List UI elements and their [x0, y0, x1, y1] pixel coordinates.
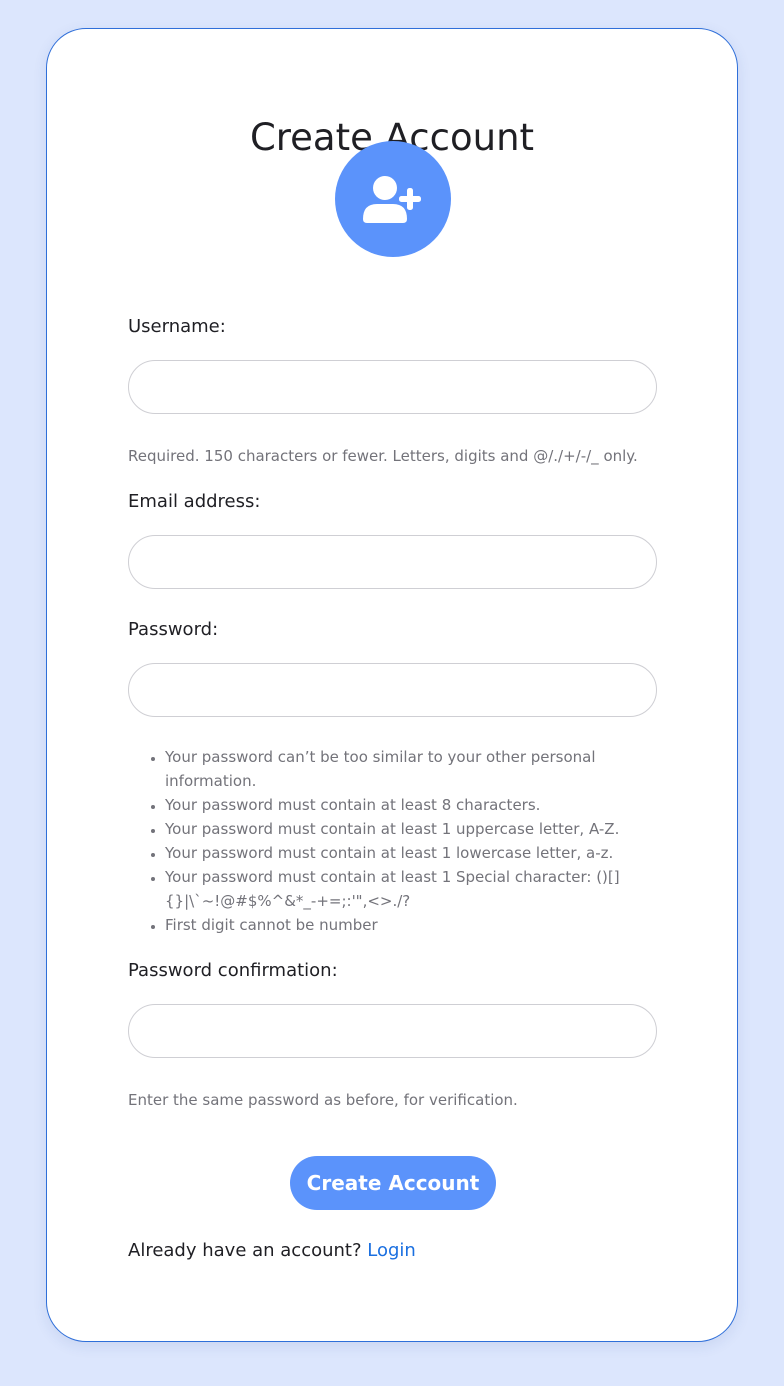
password-rule: Your password must contain at least 1 up…	[165, 817, 665, 841]
signup-card: Create Account Username: Required. 150 c…	[46, 28, 738, 1342]
login-link[interactable]: Login	[367, 1240, 416, 1261]
create-account-button[interactable]: Create Account	[290, 1156, 496, 1210]
email-label: Email address:	[128, 491, 261, 512]
password-confirmation-input[interactable]	[128, 1004, 657, 1058]
email-input[interactable]	[128, 535, 657, 589]
password-input[interactable]	[128, 663, 657, 717]
username-label: Username:	[128, 316, 226, 337]
username-help-text: Required. 150 characters or fewer. Lette…	[128, 447, 638, 465]
login-prompt: Already have an account? Login	[128, 1238, 416, 1264]
password-rule: First digit cannot be number	[165, 913, 665, 937]
password-rule: Your password must contain at least 1 Sp…	[165, 865, 665, 913]
password-confirmation-help-text: Enter the same password as before, for v…	[128, 1091, 518, 1109]
user-plus-icon	[363, 176, 421, 223]
password-confirmation-label: Password confirmation:	[128, 960, 338, 981]
password-rule: Your password must contain at least 1 lo…	[165, 841, 665, 865]
login-prompt-text: Already have an account?	[128, 1240, 368, 1261]
password-rule: Your password must contain at least 8 ch…	[165, 793, 665, 817]
password-rules-list: Your password can’t be too similar to yo…	[128, 745, 665, 937]
avatar	[335, 141, 451, 257]
password-label: Password:	[128, 619, 219, 640]
username-input[interactable]	[128, 360, 657, 414]
password-rule: Your password can’t be too similar to yo…	[165, 745, 665, 793]
